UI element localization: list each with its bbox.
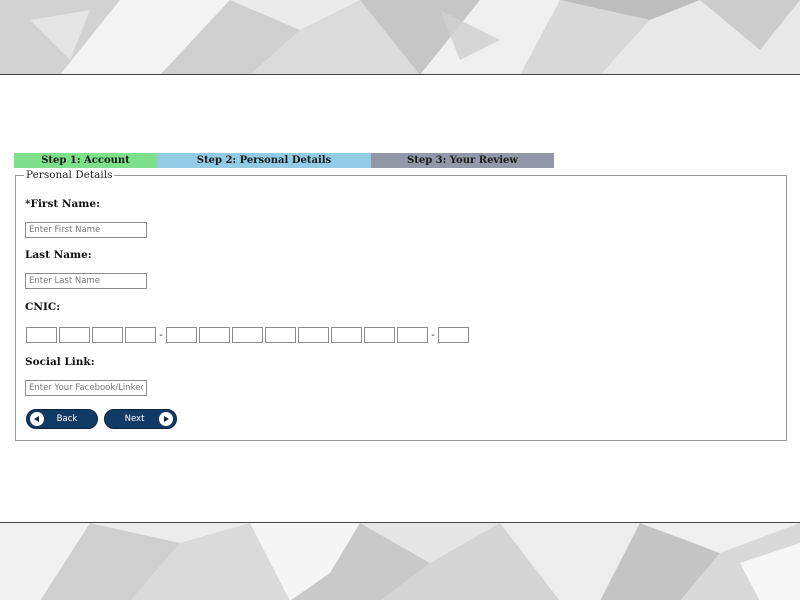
- cnic-digit-input[interactable]: [232, 327, 263, 343]
- wizard-steps: Step 1: Account Step 2: Personal Details…: [14, 153, 554, 168]
- cnic-digit-input[interactable]: [199, 327, 230, 343]
- first-name-input[interactable]: [25, 222, 147, 238]
- cnic-digit-input[interactable]: [265, 327, 296, 343]
- cnic-digit-input[interactable]: [397, 327, 428, 343]
- footer-banner: [0, 522, 800, 600]
- step-personal-details: Step 2: Personal Details: [157, 153, 371, 168]
- cnic-digit-input[interactable]: [298, 327, 329, 343]
- step-your-review: Step 3: Your Review: [371, 153, 554, 168]
- cnic-digit-input[interactable]: [166, 327, 197, 343]
- fieldset-legend: Personal Details: [24, 169, 115, 182]
- cnic-digit-input[interactable]: [364, 327, 395, 343]
- last-name-input[interactable]: [25, 273, 147, 289]
- last-name-label: Last Name:: [25, 249, 92, 261]
- cnic-digit-input[interactable]: [438, 327, 469, 343]
- header-banner: [0, 0, 800, 75]
- cnic-label: CNIC:: [25, 301, 61, 313]
- cnic-digit-input[interactable]: [125, 327, 156, 343]
- cnic-inputs: - -: [26, 327, 471, 343]
- back-button-label: Back: [56, 414, 78, 424]
- social-link-input[interactable]: [25, 380, 147, 396]
- arrow-right-icon: [159, 412, 173, 426]
- cnic-digit-input[interactable]: [331, 327, 362, 343]
- back-button[interactable]: Back: [26, 409, 98, 429]
- cnic-separator: -: [431, 329, 435, 341]
- cnic-digit-input[interactable]: [59, 327, 90, 343]
- next-button[interactable]: Next: [104, 409, 177, 429]
- step-account: Step 1: Account: [14, 153, 157, 168]
- social-link-label: Social Link:: [25, 356, 95, 368]
- cnic-separator: -: [159, 329, 163, 341]
- personal-details-fieldset: Personal Details *First Name: Last Name:…: [15, 169, 787, 441]
- first-name-label: *First Name:: [25, 198, 100, 210]
- cnic-digit-input[interactable]: [26, 327, 57, 343]
- cnic-digit-input[interactable]: [92, 327, 123, 343]
